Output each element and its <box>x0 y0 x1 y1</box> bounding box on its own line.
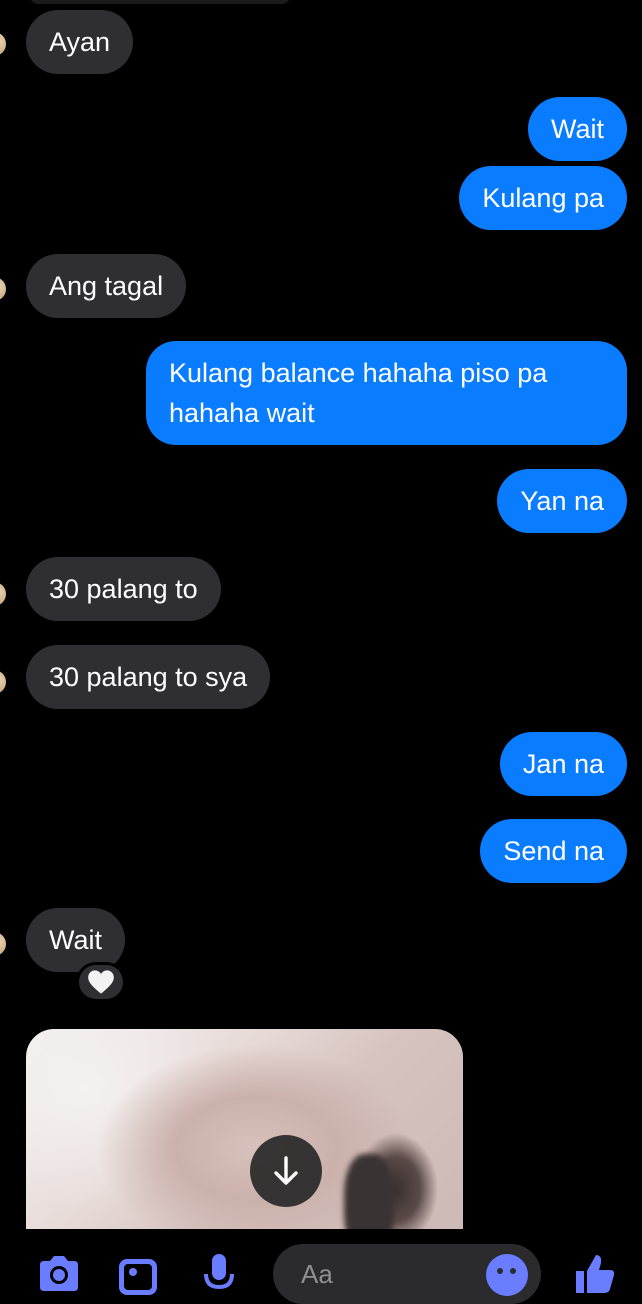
message-bubble-incoming[interactable]: Ang tagal <box>26 254 187 318</box>
message-bubble-outgoing[interactable]: Jan na <box>499 732 627 796</box>
video-thumbnail-detail <box>344 1154 394 1229</box>
video-attachment[interactable] <box>26 1029 463 1229</box>
reaction-badge[interactable] <box>76 962 126 1002</box>
previous-message-fragment <box>30 0 290 4</box>
contact-avatar[interactable] <box>0 277 6 301</box>
contact-avatar[interactable] <box>0 582 6 606</box>
thumbs-up-icon[interactable] <box>572 1251 616 1295</box>
heart-icon <box>88 970 114 994</box>
download-button[interactable] <box>250 1135 322 1207</box>
message-bubble-incoming[interactable]: 30 palang to <box>26 557 221 621</box>
composer-bar <box>0 1229 642 1304</box>
microphone-icon[interactable] <box>202 1254 236 1294</box>
gallery-icon[interactable] <box>117 1257 159 1297</box>
message-bubble-incoming[interactable]: 30 palang to sya <box>26 645 271 709</box>
message-bubble-outgoing[interactable]: Wait <box>528 97 627 161</box>
contact-avatar[interactable] <box>0 32 6 56</box>
message-bubble-outgoing[interactable]: Kulang balance hahaha piso pa hahaha wai… <box>146 341 627 445</box>
contact-avatar[interactable] <box>0 932 6 956</box>
message-bubble-outgoing[interactable]: Kulang pa <box>459 166 627 230</box>
message-bubble-outgoing[interactable]: Send na <box>480 819 627 883</box>
emoji-icon[interactable] <box>486 1254 528 1296</box>
camera-icon[interactable] <box>36 1253 82 1293</box>
download-arrow-icon <box>274 1156 298 1185</box>
contact-avatar[interactable] <box>0 670 6 694</box>
message-bubble-incoming[interactable]: Ayan <box>26 10 134 74</box>
message-bubble-outgoing[interactable]: Yan na <box>497 469 627 533</box>
